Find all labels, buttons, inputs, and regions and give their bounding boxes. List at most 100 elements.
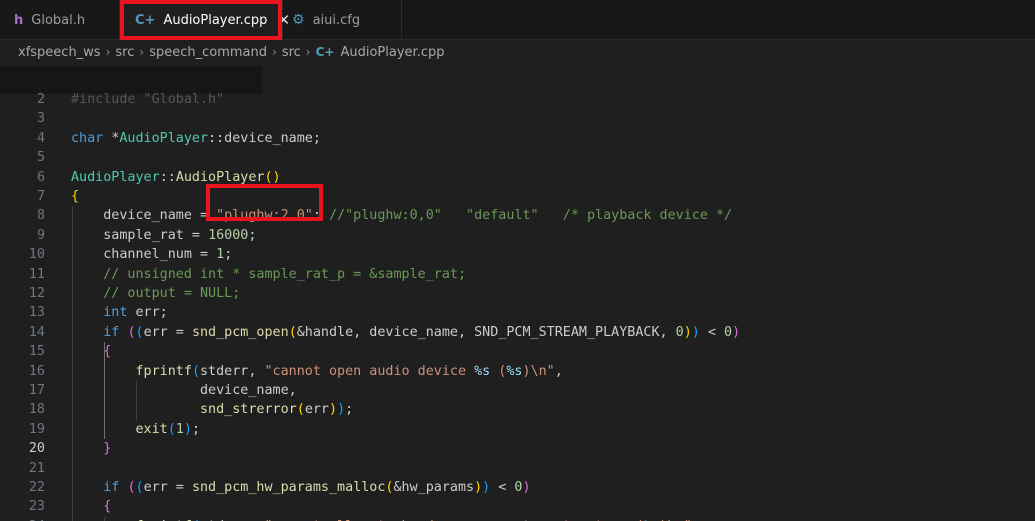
code-line[interactable]: 11 // unsigned int * sample_rat_p = &sam… <box>0 265 1035 284</box>
code-token: // unsigned int * sample_rat_p = &sample… <box>71 266 467 282</box>
line-number: 14 <box>28 324 45 340</box>
code-text: // output = NULL; <box>71 284 240 303</box>
indent-guide <box>104 342 105 440</box>
code-line[interactable]: 12 // output = NULL; <box>0 284 1035 303</box>
tab-audioplayer-cpp[interactable]: C+ AudioPlayer.cpp ✕ <box>121 0 290 40</box>
indent-guide <box>104 516 105 521</box>
code-token: , <box>554 363 563 379</box>
code-token: channel_num = <box>71 247 217 263</box>
line-number: 12 <box>28 286 45 301</box>
code-token: ) <box>691 324 700 340</box>
code-line[interactable]: 13 int err; <box>0 303 1035 322</box>
code-line[interactable]: 6 AudioPlayer::AudioPlayer() <box>0 168 1035 187</box>
code-token: 1 <box>216 247 225 263</box>
code-line[interactable]: 4 char *AudioPlayer::device_name; <box>0 129 1035 148</box>
line-number: 2 <box>36 92 45 107</box>
code-token: ; <box>248 227 257 243</box>
code-line[interactable]: 3 <box>0 109 1035 128</box>
code-token: stderr, <box>200 363 265 379</box>
code-token: ) <box>337 402 346 418</box>
line-number: 24 <box>0 517 45 521</box>
cpp-file-icon: C+ <box>315 45 335 59</box>
line-number: 13 <box>28 305 45 321</box>
code-token: int <box>103 305 128 321</box>
code-line[interactable]: 5 <box>0 148 1035 167</box>
code-text: sample_rat = 16000; <box>71 226 256 245</box>
code-text: } <box>71 439 111 458</box>
code-line[interactable]: 22 if ((err = snd_pcm_hw_params_malloc(&… <box>0 478 1035 497</box>
code-text: char *AudioPlayer::device_name; <box>71 129 321 148</box>
code-text: if ((err = snd_pcm_open(&handle, device_… <box>71 323 740 342</box>
code-line[interactable]: 16 fprintf(stderr, "cannot open audio de… <box>0 362 1035 381</box>
tab-label: aiui.cfg <box>312 12 361 28</box>
code-text: exit(1); <box>71 420 201 439</box>
code-line[interactable]: 7{ <box>0 187 1035 206</box>
code-token: //"plughw:0,0" "default" /* playback dev… <box>329 208 733 224</box>
code-line[interactable]: 21 <box>0 459 1035 478</box>
code-line[interactable]: 18 snd_strerror(err)); <box>0 400 1035 419</box>
code-token: ) <box>683 324 692 340</box>
breadcrumb-item[interactable]: src <box>282 45 301 60</box>
code-text: fprintf(stderr, "cannot allocate hardwar… <box>71 517 700 521</box>
code-token: ( <box>296 402 305 418</box>
code-token: %s <box>474 363 491 379</box>
code-token: snd_pcm_open <box>191 324 289 340</box>
line-number: 17 <box>28 383 45 398</box>
tab-global-h[interactable]: h Global.h <box>0 0 120 40</box>
code-token: fprintf <box>135 363 192 379</box>
line-number: 20 <box>28 441 45 457</box>
code-token: AudioPlayer <box>175 169 265 185</box>
breadcrumb-item[interactable]: xfspeech_ws <box>18 45 101 60</box>
code-token: device_name = <box>71 208 217 224</box>
code-line[interactable]: 23 { <box>0 497 1035 516</box>
tab-label: Global.h <box>31 12 86 28</box>
code-token: "plughw:2,0" <box>216 208 313 224</box>
line-number: 3 <box>36 111 45 127</box>
chevron-right-icon: › <box>139 45 145 59</box>
chevron-right-icon: › <box>305 45 311 59</box>
code-text: fprintf(stderr, "cannot open audio devic… <box>71 362 563 381</box>
code-token: ; <box>224 247 233 263</box>
code-token: ( <box>490 363 507 379</box>
indent-guide <box>136 381 137 420</box>
code-token: 16000 <box>208 227 249 243</box>
code-token: :: <box>159 169 176 185</box>
code-line[interactable]: 24 fprintf(stderr, "cannot allocate hard… <box>0 517 1035 521</box>
code-token: ; <box>312 208 329 224</box>
code-token: ) <box>522 480 531 495</box>
code-editor[interactable]: 2 #include "Global.h" 3 4 char *AudioPlayer:… <box>0 92 1035 521</box>
code-token: { <box>71 189 80 204</box>
tab-aiui-cfg[interactable]: ⚙ aiui.cfg <box>284 0 402 40</box>
code-token: char <box>71 130 104 146</box>
gear-icon: ⚙ <box>292 12 305 28</box>
code-line[interactable]: 10 channel_num = 1; <box>0 245 1035 264</box>
chevron-right-icon: › <box>272 45 277 59</box>
code-token: snd_pcm_hw_params_malloc <box>191 480 386 495</box>
breadcrumb-item[interactable]: src <box>115 45 134 60</box>
code-line[interactable]: 2 #include "Global.h" <box>0 90 1035 109</box>
line-number: 15 <box>28 344 45 360</box>
code-token: ) <box>474 480 483 495</box>
line-number: 7 <box>36 189 45 204</box>
tab-label: AudioPlayer.cpp <box>163 12 268 28</box>
code-text: if ((err = snd_pcm_hw_params_malloc(&hw_… <box>71 478 531 497</box>
code-token: 1 <box>175 421 184 437</box>
code-line[interactable]: 20 } <box>0 439 1035 458</box>
breadcrumb-item[interactable]: speech_command <box>149 45 267 60</box>
line-number: 18 <box>28 402 45 418</box>
code-line[interactable]: 8 device_name = "plughw:2,0"; //"plughw:… <box>0 206 1035 225</box>
line-number: 8 <box>36 208 45 224</box>
code-line[interactable]: 17 device_name, <box>0 381 1035 400</box>
code-line[interactable]: 19 exit(1); <box>0 420 1035 439</box>
code-line[interactable]: 14 if ((err = snd_pcm_open(&handle, devi… <box>0 323 1035 342</box>
code-line[interactable]: 9 sample_rat = 16000; <box>0 226 1035 245</box>
code-token: &hw_params <box>393 480 475 495</box>
breadcrumb-file[interactable]: AudioPlayer.cpp <box>340 45 444 60</box>
indent-guide <box>72 206 73 521</box>
line-number: 5 <box>36 150 45 166</box>
code-line[interactable]: 15 { <box>0 342 1035 361</box>
code-token: // output = NULL; <box>71 286 241 301</box>
